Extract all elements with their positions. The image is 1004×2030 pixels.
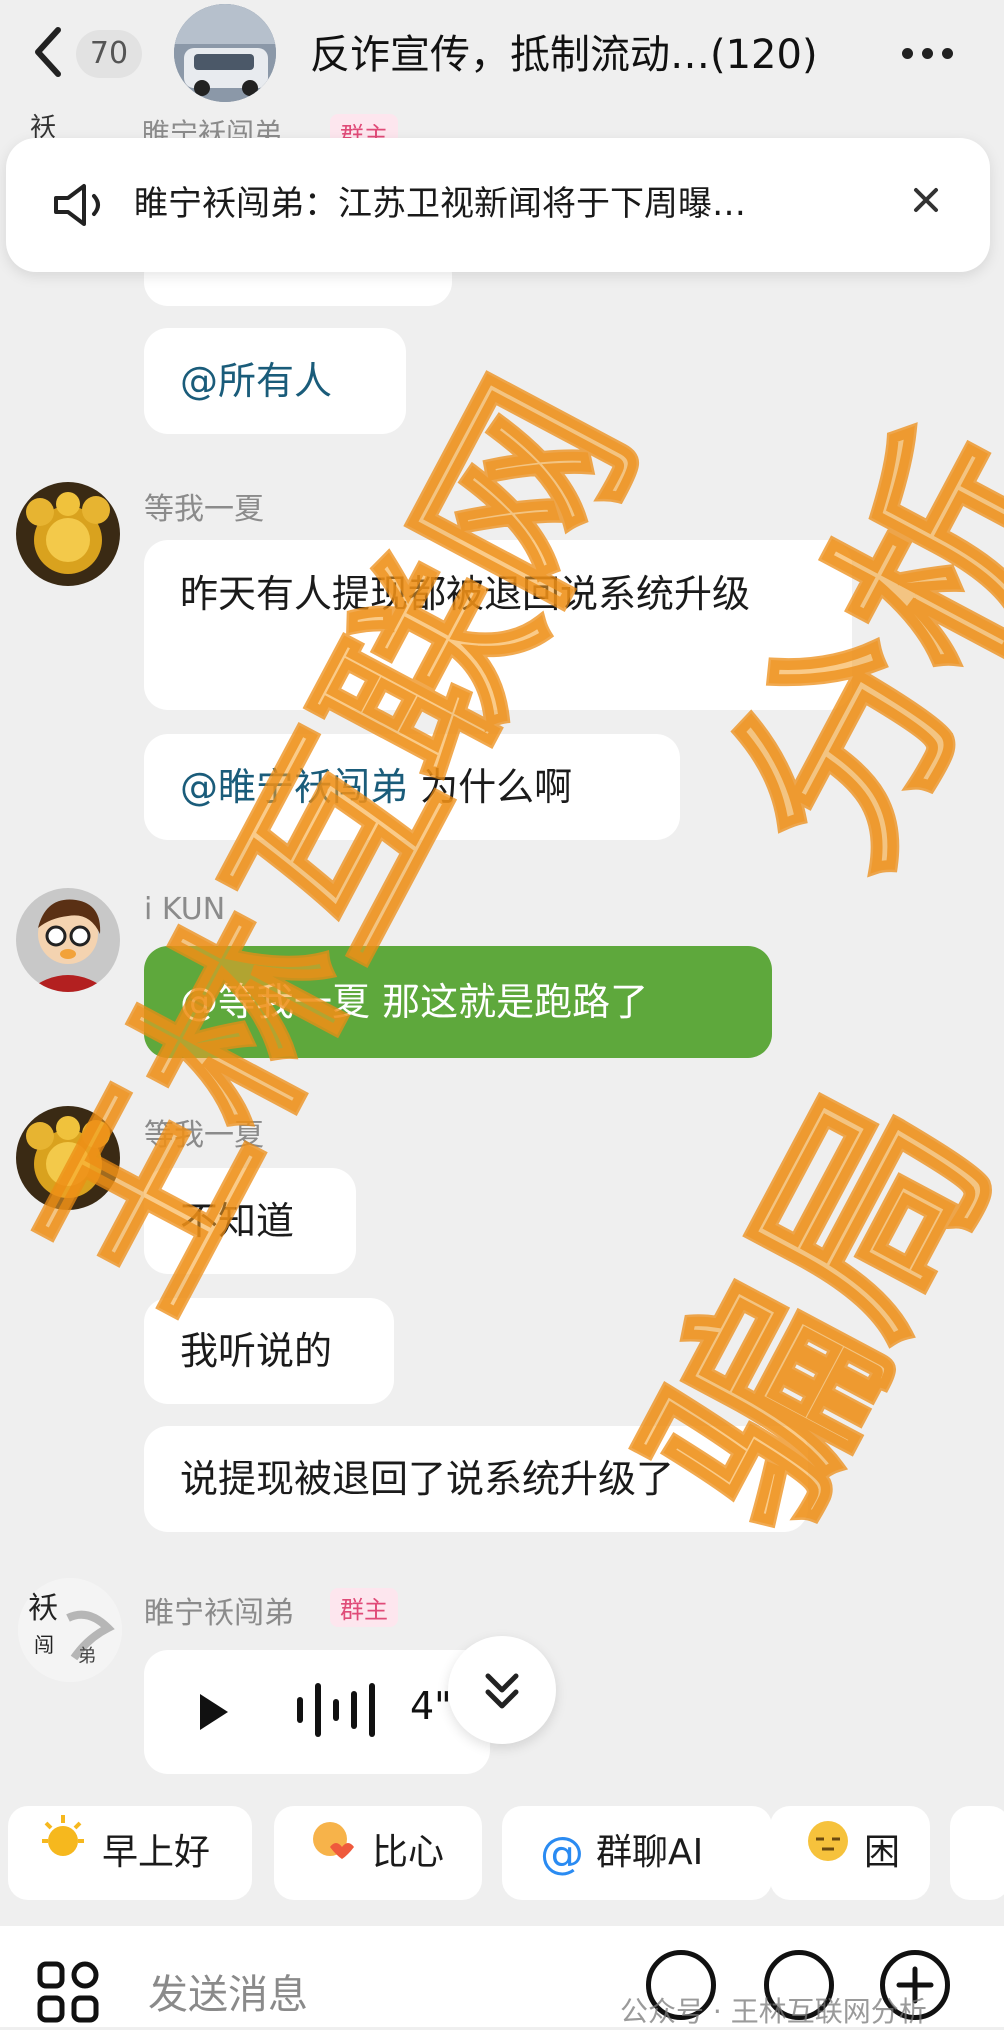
sun-emoji-icon [36, 1807, 90, 1901]
more-options-icon[interactable] [902, 44, 972, 64]
unread-count-badge[interactable]: 70 [76, 30, 142, 78]
group-avatar[interactable] [174, 4, 276, 102]
sender-name: 睢宁袄闯弟 [144, 1596, 294, 1631]
quick-reply-label: 群聊AI [596, 1832, 704, 1873]
quick-reply-chip[interactable]: 比心 [274, 1806, 482, 1900]
apps-grid-icon[interactable] [36, 1960, 100, 2024]
sender-name: 等我一夏 [144, 492, 264, 527]
svg-text:袄: 袄 [30, 113, 56, 140]
quick-reply-chip[interactable]: 困 [770, 1806, 930, 1900]
mention-text[interactable]: @所有人 [180, 359, 332, 403]
quick-reply-chip-partial[interactable] [950, 1806, 1004, 1900]
chat-title[interactable]: 反诈宣传，抵制流动…(120) [310, 20, 870, 90]
speaker-icon [52, 182, 108, 228]
close-icon[interactable] [906, 180, 946, 220]
footer-watermark: 公众号 · 王林互联网分析 [620, 1995, 927, 2028]
double-chevron-down-icon [485, 1673, 519, 1709]
quick-reply-label: 困 [864, 1832, 901, 1873]
message-text: 说提现被退回了说系统升级了 [180, 1457, 675, 1501]
quick-reply-label: 比心 [372, 1832, 445, 1873]
message-input[interactable]: 发送消息 [148, 1962, 308, 2020]
owner-tag: 群主 [330, 1588, 398, 1627]
peek-avatar: 袄 [26, 110, 86, 140]
message-bubble: @所有人 [144, 328, 406, 434]
svg-text:闯: 闯 [34, 1633, 54, 1657]
avatar[interactable] [16, 482, 120, 586]
quick-reply-chip[interactable]: 早上好 [8, 1806, 252, 1900]
back-icon[interactable] [28, 22, 68, 82]
heart-hand-emoji-icon [306, 1807, 360, 1901]
announcement-text[interactable]: 睢宁袄闯弟：江苏卫视新闻将于下周曝… [134, 176, 854, 232]
scroll-to-bottom-button[interactable] [448, 1636, 556, 1744]
voice-waveform-icon [292, 1680, 382, 1740]
sleepy-emoji-icon [804, 1807, 852, 1901]
avatar[interactable]: 袄 闯 弟 [18, 1578, 122, 1682]
voice-duration: 4" [410, 1684, 452, 1728]
message-text: 那这就是跑路了 [370, 980, 649, 1024]
at-icon: @ [540, 1828, 584, 1879]
quick-reply-label: 早上好 [102, 1832, 211, 1873]
play-icon[interactable] [196, 1690, 232, 1734]
svg-text:弟: 弟 [78, 1646, 96, 1667]
quick-reply-chip[interactable]: @ 群聊AI [502, 1806, 772, 1900]
svg-text:袄: 袄 [28, 1591, 58, 1626]
